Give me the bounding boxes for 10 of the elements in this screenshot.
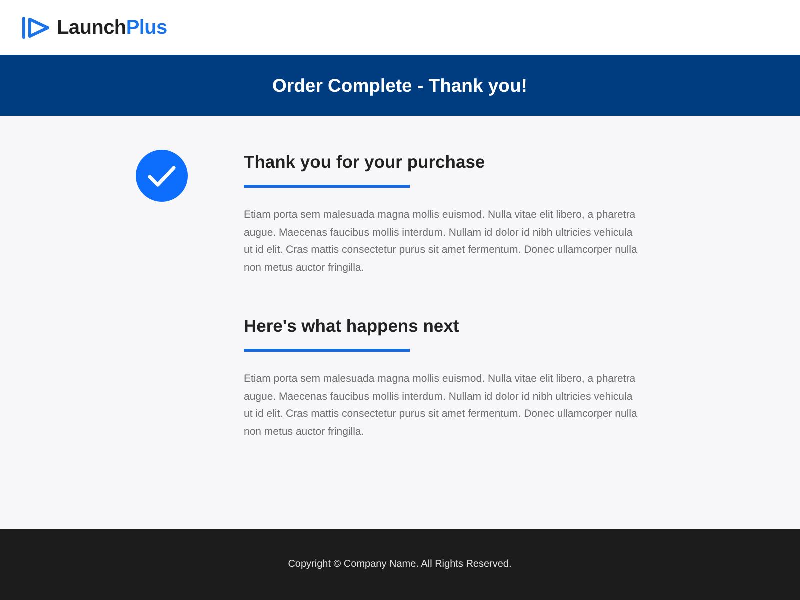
logo-link[interactable]: LaunchPlus <box>22 16 168 38</box>
banner-title: Order Complete - Thank you! <box>272 74 528 98</box>
section-heading: Here's what happens next <box>244 315 460 338</box>
section-paragraph: Etiam porta sem malesuada magna mollis euismod. Nulla vitae elit libero, a pharetra augue. Maecenas faucibus mollis interdum. Nullam id dolor id nibh ultricies vehicula ut id elit. Cras mattis consectetur purus sit amet fermentum. Donec ullamcorper nulla non metus auctor fringilla. <box>244 372 638 440</box>
section-heading: Thank you for your purchase <box>244 151 486 174</box>
logo-wordmark: LaunchPlus <box>57 18 168 38</box>
check-circle-icon <box>136 150 188 202</box>
copyright-text: Copyright © Company Name. All Rights Reserved. <box>288 558 512 572</box>
section-paragraph: Etiam porta sem malesuada magna mollis euismod. Nulla vitae elit libero, a pharetra augue. Maecenas faucibus mollis interdum. Nullam id dolor id nibh ultricies vehicula ut id elit. Cras mattis consectetur purus sit amet fermentum. Donec ullamcorper nulla non metus auctor fringilla. <box>244 208 638 276</box>
play-logo-icon <box>22 16 51 38</box>
